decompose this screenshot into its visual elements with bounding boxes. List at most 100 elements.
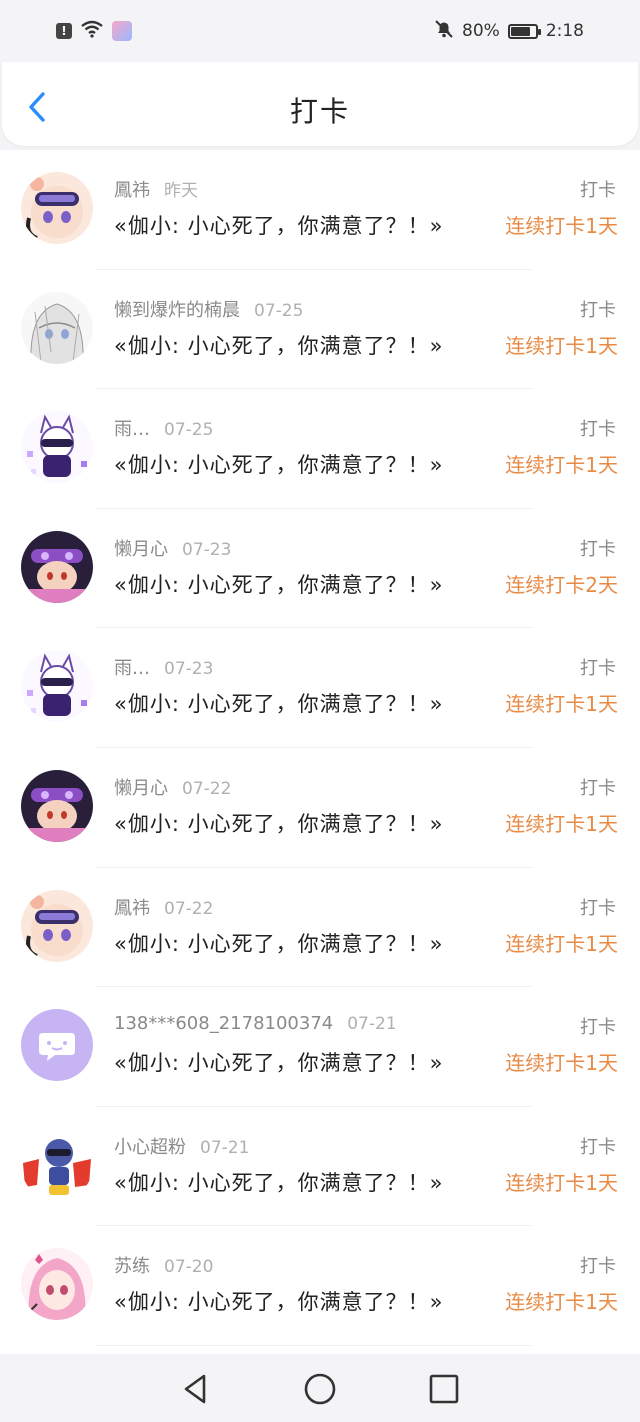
battery-icon [507,23,541,39]
system-nav-bar [0,1356,640,1422]
list-item[interactable]: 小心超粉 07-21 打卡 «伽小: 小心死了，你满意了？！» 连续打卡1天 [0,1107,640,1227]
avatar[interactable] [21,1128,93,1201]
username[interactable]: 雨… [114,419,150,440]
username[interactable]: 鳳祎 [114,180,150,201]
user-info: 懒到爆炸的楠晨 07-25 [114,296,303,322]
checkin-type-label: 打卡 [580,419,616,441]
user-info: 懒月心 07-23 [114,535,231,561]
bell-off-icon [434,19,454,44]
user-info: 苏练 07-20 [114,1252,213,1278]
username[interactable]: 懒月心 [114,778,168,799]
checkin-content: «伽小: 小心死了，你满意了？！» [114,214,444,238]
checkin-type-label: 打卡 [580,180,616,201]
streak-label: 连续打卡1天 [505,214,618,238]
checkin-content: «伽小: 小心死了，你满意了？！» [114,692,444,717]
checkin-type-label: 打卡 [580,1136,616,1158]
status-bar: ! 80% 2:18 [0,0,640,62]
header: 打卡 [2,62,638,146]
streak-label: 连续打卡1天 [505,1051,618,1076]
battery-percent: 80% [462,21,500,41]
list-item[interactable]: 懒月心 07-23 打卡 «伽小: 小心死了，你满意了？！» 连续打卡2天 [0,509,640,629]
checkin-content: «伽小: 小心死了，你满意了？！» [114,1051,444,1076]
post-date: 昨天 [164,181,198,201]
user-info: 鳳祎 07-22 [114,894,213,920]
checkin-type-label: 打卡 [580,777,616,799]
checkin-content: «伽小: 小心死了，你满意了？！» [114,931,444,956]
checkin-type-label: 打卡 [580,1017,616,1039]
battery-fill [510,26,530,36]
username[interactable]: 懒到爆炸的楠晨 [114,300,240,321]
username[interactable]: 苏练 [114,1256,150,1277]
streak-label: 连续打卡1天 [505,1290,618,1315]
clock: 2:18 [545,21,584,41]
username[interactable]: 懒月心 [114,539,168,560]
checkin-type-label: 打卡 [580,538,616,560]
avatar[interactable] [21,769,93,842]
nav-recent-button[interactable] [426,1371,462,1407]
streak-label: 连续打卡1天 [505,333,618,358]
avatar[interactable] [21,172,93,244]
avatar[interactable] [21,1009,93,1082]
post-date: 07-25 [254,300,304,321]
avatar[interactable] [21,1248,93,1321]
list-item[interactable]: 懒到爆炸的楠晨 07-25 打卡 «伽小: 小心死了，你满意了？！» 连续打卡1天 [0,270,640,390]
post-date: 07-21 [347,1014,397,1035]
streak-label: 连续打卡1天 [505,453,618,478]
list-item[interactable]: 鳳祎 昨天 打卡 «伽小: 小心死了，你满意了？！» 连续打卡1天 [0,150,640,270]
avatar[interactable] [21,291,93,364]
page-title: 打卡 [289,95,350,128]
checkin-content: «伽小: 小心死了，你满意了？！» [114,1290,444,1315]
username[interactable]: 鳳祎 [114,898,150,919]
user-info: 懒月心 07-22 [114,774,231,800]
streak-label: 连续打卡1天 [505,692,618,717]
nav-back-button[interactable] [178,1371,214,1407]
user-info: 鳳祎 昨天 [114,176,198,202]
checkin-content: «伽小: 小心死了，你满意了？！» [114,333,444,358]
avatar[interactable] [21,530,93,603]
wifi-icon [80,20,104,43]
user-info: 小心超粉 07-21 [114,1133,249,1159]
avatar[interactable] [21,650,93,723]
alert-icon: ! [56,23,72,39]
avatar[interactable] [21,889,93,962]
nav-home-button[interactable] [302,1371,338,1407]
streak-label: 连续打卡2天 [505,572,618,597]
circle-home-icon [304,1373,336,1405]
checkin-type-label: 打卡 [580,897,616,919]
checkin-content: «伽小: 小心死了，你满意了？！» [114,453,444,478]
checkin-content: «伽小: 小心死了，你满意了？！» [114,811,444,836]
post-date: 07-20 [164,1257,214,1278]
post-date: 07-22 [164,898,214,919]
list-item[interactable]: 鳳祎 07-22 打卡 «伽小: 小心死了，你满意了？！» 连续打卡1天 [0,868,640,988]
post-date: 07-23 [182,539,232,560]
post-date: 07-25 [164,420,214,441]
username[interactable]: 小心超粉 [114,1137,186,1158]
triangle-back-icon [184,1374,206,1404]
user-info: 雨… 07-23 [114,654,213,680]
streak-label: 连续打卡1天 [505,811,618,836]
list-item[interactable]: 苏练 07-20 打卡 «伽小: 小心死了，你满意了？！» 连续打卡1天 [0,1226,640,1346]
checkin-type-label: 打卡 [580,299,616,321]
app-notification-icon [112,21,132,41]
user-info: 138***608_2178100374 07-21 [114,1013,397,1034]
list-item[interactable]: 雨… 07-23 打卡 «伽小: 小心死了，你满意了？！» 连续打卡1天 [0,628,640,748]
checkin-content: «伽小: 小心死了，你满意了？！» [114,1170,444,1195]
list-item[interactable]: 138***608_2178100374 07-21 打卡 «伽小: 小心死了，你满意… [0,987,640,1107]
checkin-list[interactable]: 鳳祎 昨天 打卡 «伽小: 小心死了，你满意了？！» 连续打卡1天 懒到爆炸的楠晨 07-2… [0,150,640,1354]
status-left: ! [56,20,132,43]
checkin-type-label: 打卡 [580,658,616,680]
list-item[interactable]: 雨… 07-25 打卡 «伽小: 小心死了，你满意了？！» 连续打卡1天 [0,389,640,509]
post-date: 07-23 [164,659,214,680]
streak-label: 连续打卡1天 [505,931,618,956]
username[interactable]: 138***608_2178100374 [114,1013,333,1034]
post-date: 07-21 [200,1137,250,1158]
user-info: 雨… 07-25 [114,415,213,441]
status-right: 80% 2:18 [434,19,584,44]
streak-label: 连续打卡1天 [505,1170,618,1195]
username[interactable]: 雨… [114,658,150,679]
checkin-type-label: 打卡 [580,1256,616,1278]
avatar[interactable] [21,411,93,484]
checkin-content: «伽小: 小心死了，你满意了？！» [114,572,444,597]
square-recent-icon [429,1374,459,1404]
list-item[interactable]: 懒月心 07-22 打卡 «伽小: 小心死了，你满意了？！» 连续打卡1天 [0,748,640,868]
